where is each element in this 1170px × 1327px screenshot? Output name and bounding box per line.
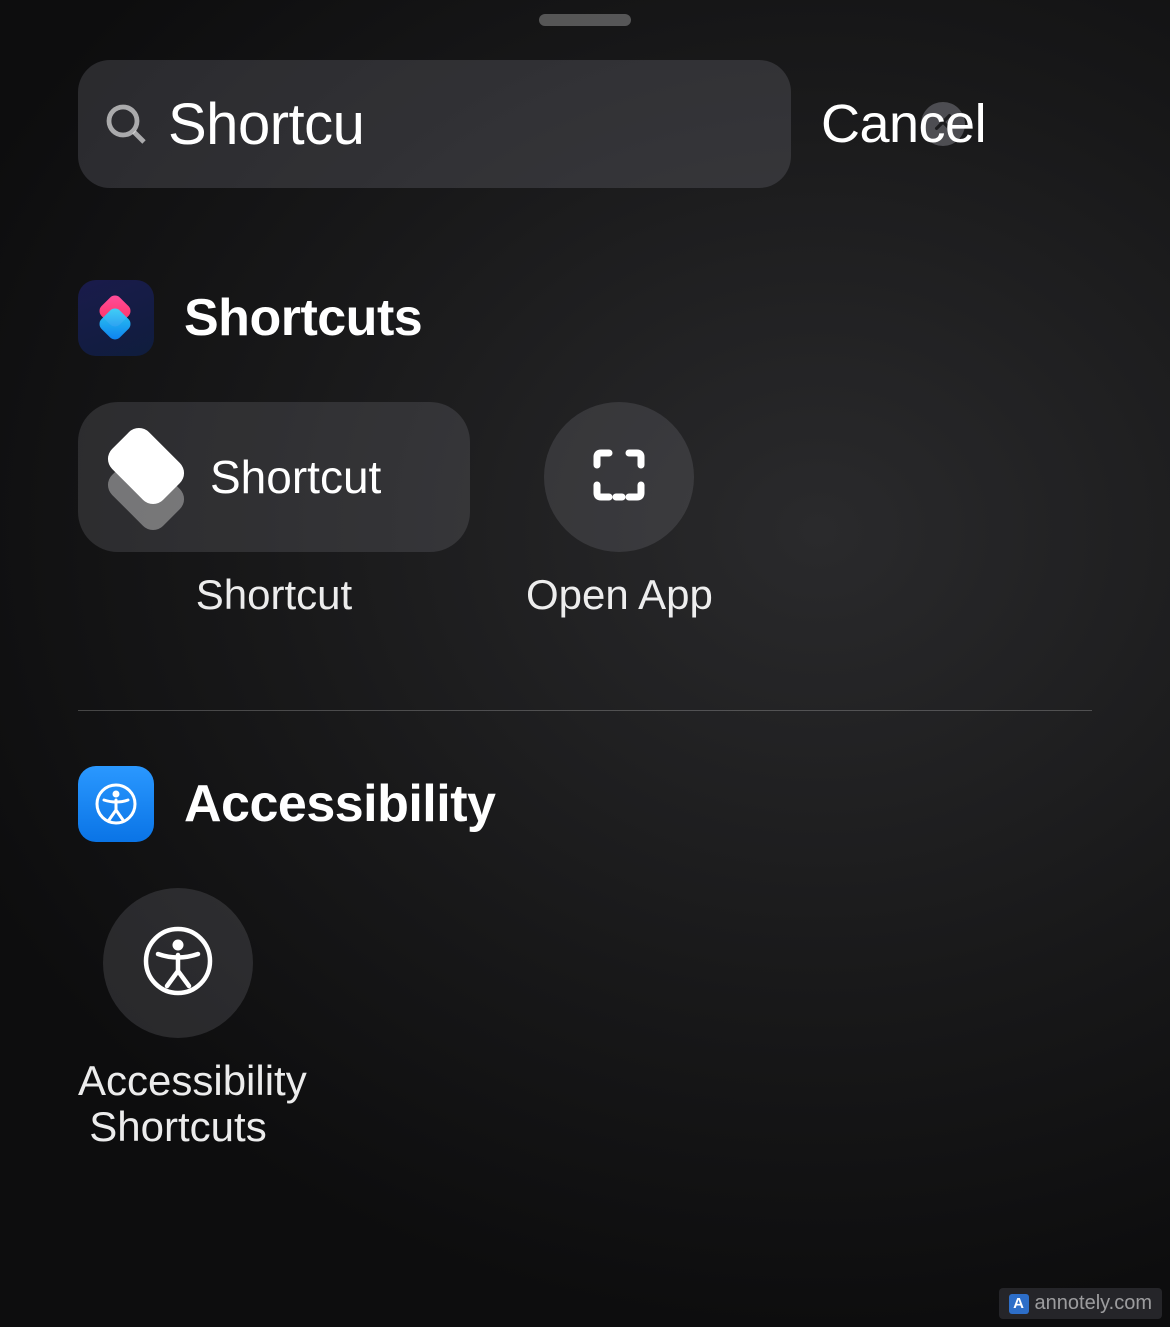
watermark-text: annotely.com bbox=[1035, 1292, 1152, 1315]
widget-preview-circle bbox=[103, 888, 253, 1038]
accessibility-icon bbox=[139, 922, 217, 1005]
widget-label: Open App bbox=[526, 572, 713, 618]
section-accessibility: Accessibility Accessibility Shortcuts bbox=[78, 766, 1092, 1150]
annotely-logo-icon: A bbox=[1009, 1294, 1029, 1314]
widget-shortcut[interactable]: Shortcut Shortcut bbox=[78, 402, 470, 618]
sheet-grabber-handle[interactable] bbox=[539, 14, 631, 26]
widget-picker-sheet: Cancel Shortcuts bbox=[0, 0, 1170, 1327]
stack-icon bbox=[108, 434, 184, 520]
search-field[interactable] bbox=[78, 60, 791, 188]
items-row: Shortcut Shortcut O bbox=[78, 402, 1092, 618]
section-divider bbox=[78, 710, 1092, 711]
section-header: Accessibility bbox=[78, 766, 1092, 842]
section-header: Shortcuts bbox=[78, 280, 1092, 356]
widget-label: Shortcut bbox=[196, 572, 352, 618]
section-title: Shortcuts bbox=[184, 288, 422, 348]
widget-accessibility-shortcuts[interactable]: Accessibility Shortcuts bbox=[78, 888, 278, 1150]
search-row: Cancel bbox=[78, 60, 1130, 188]
search-icon bbox=[102, 100, 150, 148]
widget-preview-circle bbox=[544, 402, 694, 552]
accessibility-app-icon bbox=[78, 766, 154, 842]
widget-pill-text: Shortcut bbox=[210, 450, 381, 504]
widget-label: Accessibility Shortcuts bbox=[78, 1058, 278, 1150]
watermark: A annotely.com bbox=[999, 1288, 1162, 1319]
section-title: Accessibility bbox=[184, 774, 495, 834]
items-row: Accessibility Shortcuts bbox=[78, 888, 1092, 1150]
cancel-button[interactable]: Cancel bbox=[821, 93, 986, 155]
section-shortcuts: Shortcuts Shortcut Shortcut bbox=[78, 280, 1092, 618]
widget-preview-pill: Shortcut bbox=[78, 402, 470, 552]
search-input[interactable] bbox=[168, 91, 921, 158]
widget-open-app[interactable]: Open App bbox=[526, 402, 713, 618]
shortcuts-app-icon bbox=[78, 280, 154, 356]
app-frame-icon bbox=[583, 439, 655, 516]
